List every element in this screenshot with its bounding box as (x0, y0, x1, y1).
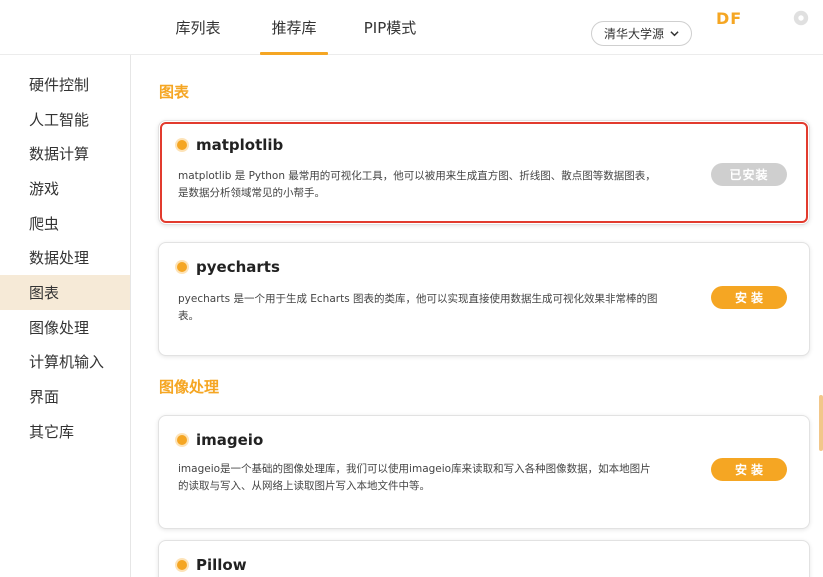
sidebar-item-computer-input[interactable]: 计算机输入 (0, 345, 130, 380)
install-button[interactable]: 安装 (711, 458, 787, 481)
scrollbar-thumb[interactable] (819, 395, 823, 451)
tab-library-list[interactable]: 库列表 (150, 0, 246, 55)
sidebar-item-games[interactable]: 游戏 (0, 171, 130, 206)
sidebar-item-crawler[interactable]: 爬虫 (0, 206, 130, 241)
library-card-pillow: Pillow (158, 540, 810, 577)
install-button[interactable]: 安装 (711, 286, 787, 309)
chevron-down-icon (670, 31, 679, 37)
sidebar-item-data-processing[interactable]: 数据处理 (0, 240, 130, 275)
mirror-source-value: 清华大学源 (603, 27, 664, 41)
bullet-icon (177, 435, 187, 445)
tab-recommended[interactable]: 推荐库 (246, 0, 342, 55)
installed-button: 已安装 (711, 163, 787, 186)
section-title-image-processing: 图像处理 (159, 378, 220, 396)
brand-logo: DF (716, 9, 743, 28)
library-name: Pillow (177, 556, 247, 574)
sidebar-item-gui[interactable]: 界面 (0, 379, 130, 414)
library-name: pyecharts (177, 258, 280, 276)
tab-pip-mode[interactable]: PIP模式 (342, 0, 438, 55)
library-content: 图表 matplotlib matplotlib 是 Python 最常用的可视… (131, 55, 823, 577)
sidebar-item-charts[interactable]: 图表 (0, 275, 130, 310)
tab-bar: 库列表 推荐库 PIP模式 (150, 0, 438, 55)
library-description: matplotlib 是 Python 最常用的可视化工具，他可以被用来生成直方… (178, 170, 656, 199)
library-description: imageio是一个基础的图像处理库，我们可以使用imageio库来读取和写入各… (178, 463, 651, 492)
bullet-icon (177, 262, 187, 272)
library-description: pyecharts 是一个用于生成 Echarts 图表的类库，他可以实现直接使… (178, 293, 658, 322)
sidebar-item-hardware[interactable]: 硬件控制 (0, 67, 130, 102)
category-sidebar: 硬件控制 人工智能 数据计算 游戏 爬虫 数据处理 图表 图像处理 计算机输入 … (0, 55, 131, 577)
sidebar-item-other[interactable]: 其它库 (0, 414, 130, 449)
sidebar-item-data-compute[interactable]: 数据计算 (0, 136, 130, 171)
library-name: imageio (177, 431, 263, 449)
section-title-charts: 图表 (159, 83, 190, 101)
bullet-icon (177, 560, 187, 570)
bullet-icon (177, 140, 187, 150)
top-bar: 库列表 推荐库 PIP模式 清华大学源 DF (0, 0, 823, 55)
library-name: matplotlib (177, 136, 283, 154)
library-card-pyecharts: pyecharts pyecharts 是一个用于生成 Echarts 图表的类… (158, 242, 810, 356)
sidebar-item-image-processing[interactable]: 图像处理 (0, 310, 130, 345)
sidebar-item-ai[interactable]: 人工智能 (0, 102, 130, 137)
mirror-source-select[interactable]: 清华大学源 (591, 21, 692, 46)
library-card-imageio: imageio imageio是一个基础的图像处理库，我们可以使用imageio… (158, 415, 810, 529)
settings-icon[interactable] (792, 9, 810, 27)
library-card-matplotlib: matplotlib matplotlib 是 Python 最常用的可视化工具… (158, 120, 810, 225)
